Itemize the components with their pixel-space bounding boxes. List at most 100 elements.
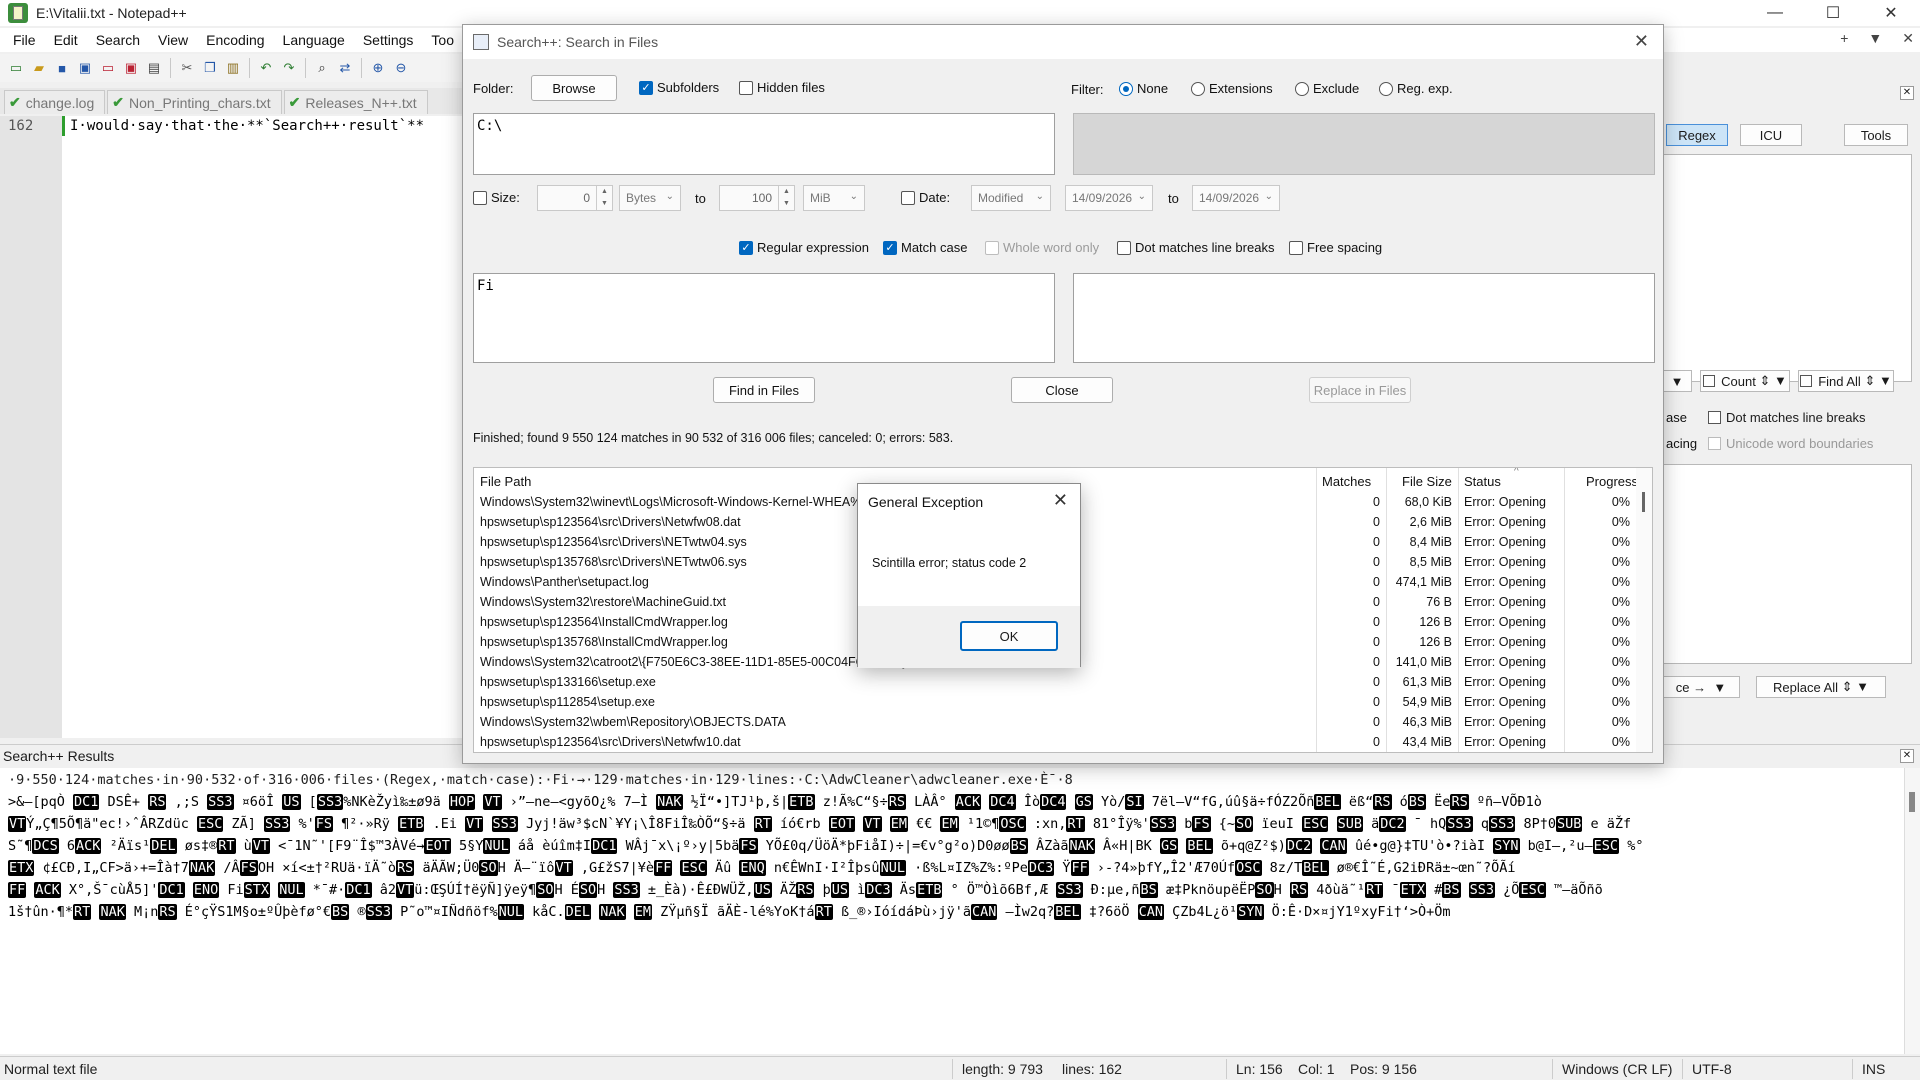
replace-all-button[interactable]: Replace All ⇕ ▼	[1756, 676, 1886, 698]
menu-settings[interactable]: Settings	[354, 32, 423, 48]
browse-button[interactable]: Browse	[531, 75, 617, 101]
close-panel-icon[interactable]: ✕	[1900, 86, 1914, 100]
cell-matches: 0	[1373, 535, 1380, 549]
tab-releases[interactable]: ✔ Releases_N++.txt	[283, 90, 428, 114]
document-tab-bar: ✔ change.log ✔ Non_Printing_chars.txt ✔ …	[0, 88, 470, 114]
tab-change-log[interactable]: ✔ change.log	[4, 90, 106, 114]
status-eol: Windows (CR LF)	[1562, 1061, 1673, 1077]
match-case-checkbox[interactable]: ✓ Match case	[883, 240, 967, 255]
new-tab-button[interactable]: +	[1840, 30, 1848, 47]
close-results-icon[interactable]: ✕	[1900, 749, 1914, 763]
size-checkbox[interactable]: Size:	[473, 190, 520, 205]
undo-icon[interactable]: ↶	[256, 58, 276, 78]
find-icon[interactable]: ⌕	[312, 58, 332, 78]
print-icon[interactable]: ▤	[144, 58, 164, 78]
redo-icon[interactable]: ↷	[279, 58, 299, 78]
new-file-icon[interactable]: ▭	[6, 58, 26, 78]
cut-icon[interactable]: ✂	[177, 58, 197, 78]
results-line: ETX ¢£CÐ,I„CF>ä›+=Îà†7NAK /ÂFSOH ×í<±†²R…	[8, 860, 1516, 876]
filter-none-radio[interactable]: None	[1119, 81, 1168, 96]
copy-icon[interactable]: ❐	[200, 58, 220, 78]
tab-list-button[interactable]: ▼	[1868, 30, 1882, 47]
paste-icon[interactable]: ▥	[223, 58, 243, 78]
menu-edit[interactable]: Edit	[45, 32, 87, 48]
dialog-close-button[interactable]: ✕	[1634, 31, 1649, 52]
date-to-picker[interactable]: 14/09/2026 ⌄	[1192, 185, 1280, 211]
tab-non-printing-chars[interactable]: ✔ Non_Printing_chars.txt	[107, 90, 282, 114]
whole-word-checkbox[interactable]: Whole word only	[985, 240, 1099, 255]
menu-search[interactable]: Search	[87, 32, 149, 48]
replace-in-files-button[interactable]: Replace in Files	[1309, 377, 1411, 403]
size-max-unit-select[interactable]: MiB ⌄	[803, 185, 865, 211]
menu-language[interactable]: Language	[274, 32, 354, 48]
open-file-icon[interactable]: ▰	[29, 58, 49, 78]
folder-input[interactable]: C:\	[473, 113, 1055, 175]
replace-text-area[interactable]	[1662, 464, 1912, 664]
subfolders-checkbox[interactable]: ✓ Subfolders	[639, 80, 719, 95]
size-min-spinner[interactable]: 0 ▲ ▼	[537, 185, 613, 211]
size-min-unit-select[interactable]: Bytes ⌄	[619, 185, 681, 211]
close-icon[interactable]: ▭	[98, 58, 118, 78]
count-button[interactable]: Count ⇕ ▼	[1700, 370, 1790, 392]
option-dropdown[interactable]: ▼	[1662, 370, 1692, 392]
editor-area[interactable]: 162 I·would·say·that·the·**`Search++·res…	[0, 116, 470, 738]
modal-close-button[interactable]: ✕	[1053, 490, 1068, 511]
save-icon[interactable]: ■	[52, 58, 72, 78]
dot-matches-line-breaks-checkbox[interactable]: Dot matches line breaks	[1117, 240, 1274, 255]
col-header-matches[interactable]: Matches	[1322, 474, 1371, 489]
col-header-status[interactable]: Status	[1464, 474, 1501, 489]
tools-button[interactable]: Tools	[1844, 124, 1908, 146]
unicode-word-boundaries-checkbox[interactable]: Unicode word boundaries	[1708, 436, 1873, 451]
table-row[interactable]: hpswsetup\sp112854\setup.exe 0 54,9 MiB Err…	[474, 692, 1634, 712]
find-text-area[interactable]	[1662, 154, 1912, 382]
col-header-progress[interactable]: Progress	[1586, 474, 1638, 489]
close-window-button[interactable]: ✕	[1862, 0, 1920, 26]
replace-icon[interactable]: ⇄	[335, 58, 355, 78]
cell-status: Error: Opening	[1464, 615, 1546, 629]
save-all-icon[interactable]: ▣	[75, 58, 95, 78]
maximize-button[interactable]: ☐	[1804, 0, 1862, 26]
date-checkbox[interactable]: Date:	[901, 190, 950, 205]
table-scrollbar[interactable]	[1636, 468, 1652, 752]
regex-button[interactable]: Regex	[1666, 124, 1728, 146]
filter-extensions-radio[interactable]: Extensions	[1191, 81, 1273, 96]
ok-button[interactable]: OK	[960, 621, 1058, 651]
icu-button[interactable]: ICU	[1740, 124, 1802, 146]
filter-regexp-radio[interactable]: Reg. exp.	[1379, 81, 1453, 96]
menu-encoding[interactable]: Encoding	[197, 32, 273, 48]
results-scrollbar[interactable]	[1904, 768, 1920, 1054]
zoom-in-icon[interactable]: ⊕	[368, 58, 388, 78]
col-header-file-path[interactable]: File Path	[480, 474, 531, 489]
menu-file[interactable]: File	[4, 32, 45, 48]
hidden-files-checkbox[interactable]: Hidden files	[739, 80, 825, 95]
size-max-spinner[interactable]: 100 ▲ ▼	[719, 185, 795, 211]
minimize-button[interactable]: —	[1746, 0, 1804, 26]
find-in-files-button[interactable]: Find in Files	[713, 377, 815, 403]
replace-input[interactable]	[1073, 273, 1655, 363]
zoom-out-icon[interactable]: ⊖	[391, 58, 411, 78]
cell-file-path: Windows\System32\wbem\Repository\OBJECTS…	[480, 715, 786, 729]
table-row[interactable]: hpswsetup\sp133166\setup.exe 0 61,3 MiB Err…	[474, 672, 1634, 692]
results-panel[interactable]: ·9·550·124·matches·in·90·532·of·316·006·…	[0, 768, 1904, 1054]
filter-exclude-radio[interactable]: Exclude	[1295, 81, 1359, 96]
date-from-picker[interactable]: 14/09/2026 ⌄	[1065, 185, 1153, 211]
close-button[interactable]: Close	[1011, 377, 1113, 403]
cell-progress: 0%	[1611, 635, 1630, 649]
free-spacing-checkbox[interactable]: Free spacing	[1289, 240, 1382, 255]
results-summary-line: ·9·550·124·matches·in·90·532·of·316·006·…	[8, 772, 1073, 788]
col-header-file-size[interactable]: File Size	[1402, 474, 1452, 489]
date-type-select[interactable]: Modified ⌄	[971, 185, 1051, 211]
filter-input[interactable]	[1073, 113, 1655, 175]
table-row[interactable]: Windows\System32\wbem\Repository\OBJECTS…	[474, 712, 1634, 732]
dot-matches-line-breaks-checkbox[interactable]: Dot matches line breaks	[1708, 410, 1865, 425]
regular-expression-checkbox[interactable]: ✓ Regular expression	[739, 240, 869, 255]
table-row[interactable]: hpswsetup\sp123564\src\Drivers\Netwfw10.…	[474, 732, 1634, 752]
find-all-button[interactable]: Find All ⇕ ▼	[1798, 370, 1894, 392]
menu-view[interactable]: View	[149, 32, 197, 48]
close-tab-button[interactable]: ✕	[1902, 30, 1914, 47]
find-input[interactable]: Fi	[473, 273, 1055, 363]
replace-button[interactable]: ce → ▼	[1662, 676, 1740, 698]
menu-tools[interactable]: Too	[422, 32, 463, 48]
close-all-icon[interactable]: ▣	[121, 58, 141, 78]
saved-check-icon: ✔	[9, 94, 21, 110]
